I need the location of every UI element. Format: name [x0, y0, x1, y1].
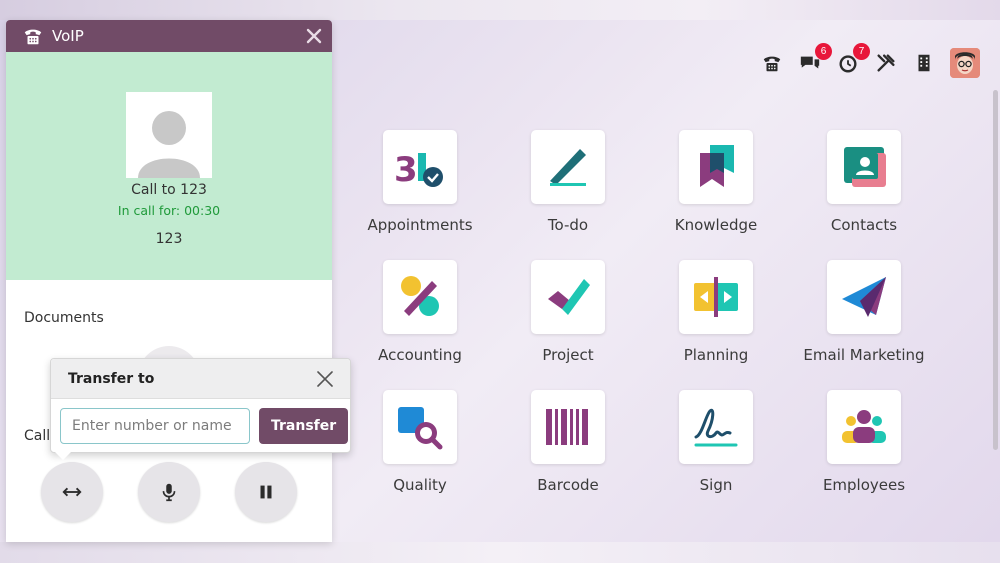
barcode-icon	[531, 390, 605, 464]
todo-icon	[531, 130, 605, 204]
app-project[interactable]: Project	[494, 260, 642, 364]
quality-icon	[383, 390, 457, 464]
microphone-icon	[162, 483, 176, 502]
user-avatar[interactable]	[950, 48, 980, 78]
activities-button[interactable]: 7	[836, 43, 870, 75]
transfer-popover: Transfer to Transfer	[50, 358, 351, 453]
phone-icon	[763, 56, 781, 72]
transfer-title: Transfer to	[68, 370, 155, 387]
close-icon[interactable]	[316, 370, 334, 388]
app-planning[interactable]: Planning	[642, 260, 790, 364]
app-label: Sign	[699, 476, 733, 494]
window-bottom-strip	[0, 542, 1000, 563]
app-label: Planning	[683, 346, 749, 364]
active-call-card: Call to 123 In call for: 00:30 123	[6, 52, 332, 280]
call-to-text: Call to 123	[131, 182, 207, 198]
app-label: Knowledge	[674, 216, 758, 234]
transfer-header: Transfer to	[51, 359, 350, 399]
transfer-call-button[interactable]	[41, 462, 103, 522]
app-label: Quality	[393, 476, 447, 494]
messages-button[interactable]: 6	[798, 43, 832, 75]
hold-button[interactable]	[235, 462, 297, 522]
accounting-icon	[383, 260, 457, 334]
call-timer: In call for: 00:30	[117, 203, 221, 218]
app-label: Barcode	[537, 476, 599, 494]
popover-caret	[55, 452, 71, 460]
voip-phone-icon[interactable]	[760, 51, 784, 75]
app-sign[interactable]: Sign	[642, 390, 790, 494]
transfer-body: Transfer	[51, 399, 350, 444]
avatar-face-icon	[950, 48, 980, 78]
transfer-button[interactable]: Transfer	[259, 408, 349, 444]
app-todo[interactable]: To-do	[494, 130, 642, 234]
app-label: Accounting	[378, 346, 462, 364]
app-email-marketing[interactable]: Email Marketing	[790, 260, 938, 364]
app-label: Employees	[822, 476, 906, 494]
contact-avatar	[126, 92, 212, 178]
app-label: Project	[542, 346, 594, 364]
contacts-icon	[827, 130, 901, 204]
voip-header[interactable]: VoIP	[6, 20, 332, 52]
app-knowledge[interactable]: Knowledge	[642, 130, 790, 234]
debug-tools-button[interactable]	[874, 51, 898, 75]
mute-button[interactable]	[138, 462, 200, 522]
app-employees[interactable]: Employees	[790, 390, 938, 494]
app-appointments[interactable]: 3 Appointments	[346, 130, 494, 234]
app-label: Email Marketing	[803, 346, 925, 364]
email-marketing-icon	[827, 260, 901, 334]
app-label: Appointments	[367, 216, 473, 234]
voip-title: VoIP	[52, 27, 84, 45]
scrollbar[interactable]	[993, 90, 998, 450]
employees-icon	[827, 390, 901, 464]
app-quality[interactable]: Quality	[346, 390, 494, 494]
window-top-strip	[0, 0, 1000, 20]
transfer-arrows-icon	[62, 487, 82, 497]
tools-icon	[877, 54, 895, 72]
close-icon[interactable]	[306, 28, 322, 44]
sign-icon	[679, 390, 753, 464]
call-section-label: Call	[24, 428, 51, 444]
project-icon	[531, 260, 605, 334]
phone-icon	[24, 29, 42, 45]
building-icon	[918, 54, 930, 72]
person-placeholder-icon	[138, 111, 200, 178]
company-switch-button[interactable]	[912, 51, 936, 75]
call-number: 123	[155, 231, 183, 247]
activities-badge: 7	[853, 43, 870, 60]
transfer-target-input[interactable]	[60, 408, 250, 444]
svg-text:3: 3	[394, 150, 418, 190]
app-accounting[interactable]: Accounting	[346, 260, 494, 364]
app-label: To-do	[547, 216, 589, 234]
voip-softphone: VoIP Call to 123 In call for: 00:30 123 …	[6, 20, 332, 542]
app-barcode[interactable]: Barcode	[494, 390, 642, 494]
systray: 6 7	[760, 43, 980, 81]
app-label: Contacts	[830, 216, 898, 234]
app-grid: 3 Appointments To-do Knowledge Contacts …	[346, 130, 938, 494]
appointments-icon: 3	[383, 130, 457, 204]
pause-icon	[260, 485, 272, 499]
knowledge-icon	[679, 130, 753, 204]
documents-label: Documents	[24, 310, 104, 326]
messages-badge: 6	[815, 43, 832, 60]
app-contacts[interactable]: Contacts	[790, 130, 938, 234]
planning-icon	[679, 260, 753, 334]
